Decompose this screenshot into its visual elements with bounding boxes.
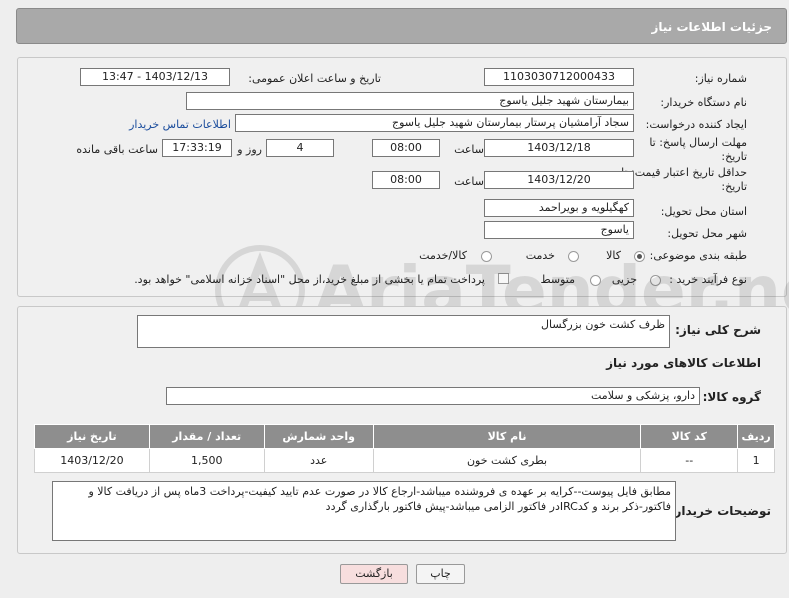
deadline-label-line2: تاریخ: [721, 150, 747, 163]
province-field[interactable]: کهگیلویه و بویراحمد [484, 199, 634, 217]
col-header-quantity: تعداد / مقدار [148, 424, 265, 449]
category-option-goods: کالا [606, 249, 621, 262]
page-header: جزئیات اطلاعات نیاز [16, 8, 787, 44]
print-button[interactable]: چاپ [416, 564, 465, 584]
back-button[interactable]: بازگشت [340, 564, 408, 584]
deadline-label-line1: مهلت ارسال پاسخ: تا [649, 136, 747, 149]
category-option-service: خدمت [525, 249, 555, 262]
city-field[interactable]: یاسوج [484, 221, 634, 239]
price-validity-date-field[interactable]: 1403/12/20 [484, 171, 634, 189]
treasury-payment-checkbox[interactable] [498, 273, 509, 284]
goods-group-field[interactable]: دارو، پزشکی و سلامت [166, 387, 700, 405]
cell-quantity: 1,500 [148, 448, 265, 473]
price-validity-time-label: ساعت [454, 175, 484, 188]
remaining-time-label: ساعت باقی مانده [76, 143, 158, 156]
need-number-label: شماره نیاز: [694, 72, 747, 85]
price-validity-label-line1: حداقل تاریخ اعتبار قیمت: تا [621, 166, 747, 179]
price-validity-time-field[interactable]: 08:00 [372, 171, 440, 189]
col-header-need-date: تاریخ نیاز [34, 424, 150, 449]
goods-table: ردیف کد کالا نام کالا واحد شمارش تعداد /… [34, 424, 775, 473]
process-option-medium: متوسط [540, 273, 575, 286]
price-validity-label: حداقل تاریخ اعتبار قیمت: تا تاریخ: [621, 166, 747, 194]
process-radio-minor[interactable] [650, 275, 661, 286]
cell-row-no: 1 [737, 448, 775, 473]
table-row[interactable]: 1 -- بطری کشت خون عدد 1,500 1403/12/20 [34, 448, 775, 473]
cell-goods-code: -- [640, 448, 739, 473]
goods-table-wrap: ردیف کد کالا نام کالا واحد شمارش تعداد /… [34, 424, 775, 473]
creator-label: ایجاد کننده درخواست: [645, 118, 747, 131]
remaining-time-field[interactable]: 17:33:19 [162, 139, 232, 157]
buyer-notes-label: توضیحات خریدار: [669, 504, 771, 518]
goods-table-header: ردیف کد کالا نام کالا واحد شمارش تعداد /… [34, 424, 775, 449]
summary-textarea[interactable]: ظرف کشت خون بزرگسال [137, 315, 670, 348]
col-header-goods-name: نام کالا [372, 424, 642, 449]
days-remaining-field[interactable]: 4 [266, 139, 334, 157]
col-header-unit: واحد شمارش [263, 424, 374, 449]
deadline-date-field[interactable]: 1403/12/18 [484, 139, 634, 157]
deadline-time-label: ساعت [454, 143, 484, 156]
col-header-goods-code: کد کالا [640, 424, 739, 449]
deadline-time-field[interactable]: 08:00 [372, 139, 440, 157]
announce-datetime-field[interactable]: 1403/12/13 - 13:47 [80, 68, 230, 86]
summary-label: شرح کلی نیاز: [675, 323, 761, 337]
days-label: روز و [237, 143, 262, 156]
price-validity-label-line2: تاریخ: [721, 180, 747, 193]
deadline-label: مهلت ارسال پاسخ: تا تاریخ: [649, 136, 747, 164]
creator-field[interactable]: سجاد آرامشیان پرستار بیمارستان شهید جلیل… [235, 114, 634, 132]
process-option-minor: جزیی [611, 273, 637, 286]
col-header-row-no: ردیف [737, 424, 775, 449]
category-label: طبقه بندی موضوعی: [649, 249, 747, 262]
buyer-notes-textarea[interactable]: مطابق فایل پیوست--کرایه بر عهده ی فروشند… [52, 481, 676, 541]
category-radio-goods-service[interactable] [481, 251, 492, 262]
city-label: شهر محل تحویل: [667, 227, 747, 240]
buyer-contact-link[interactable]: اطلاعات تماس خریدار [129, 117, 231, 133]
process-type-label: نوع فرآیند خرید : [669, 273, 747, 286]
buyer-org-label: نام دستگاه خریدار: [660, 96, 747, 109]
goods-group-label: گروه کالا: [702, 390, 761, 404]
need-number-field[interactable]: 1103030712000433 [484, 68, 634, 86]
category-radio-goods[interactable] [634, 251, 645, 262]
category-radio-service[interactable] [568, 251, 579, 262]
treasury-payment-note: پرداخت تمام یا بخشی از مبلغ خرید،از محل … [134, 273, 485, 286]
process-radio-medium[interactable] [590, 275, 601, 286]
province-label: استان محل تحویل: [660, 205, 747, 218]
cell-need-date: 1403/12/20 [34, 448, 150, 473]
category-option-goods-service: کالا/خدمت [419, 249, 467, 262]
goods-info-title: اطلاعات کالاهای مورد نیاز [606, 356, 761, 370]
buyer-org-field[interactable]: بیمارستان شهید جلیل یاسوج [186, 92, 634, 110]
announce-datetime-label: تاریخ و ساعت اعلان عمومی: [248, 72, 381, 85]
cell-unit: عدد [263, 448, 374, 473]
cell-goods-name: بطری کشت خون [372, 448, 642, 473]
